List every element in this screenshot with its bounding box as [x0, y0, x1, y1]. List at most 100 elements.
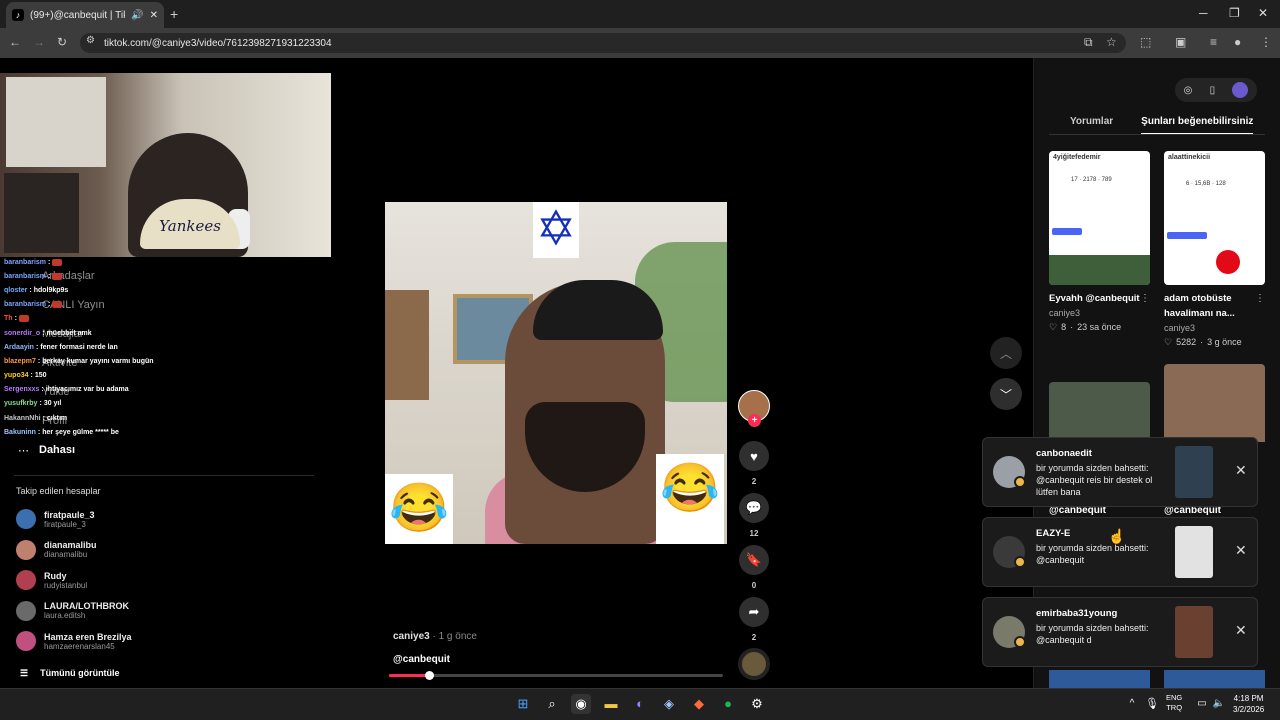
mention-notification[interactable]: emirbaba31young bir yorumda sizden bahse… — [982, 597, 1258, 667]
like-count: 2 — [751, 477, 757, 486]
account-avatar — [16, 570, 36, 590]
tray-chevron-up-icon[interactable]: ^ — [1122, 694, 1142, 714]
following-account[interactable]: Hamza eren Brezilya hamzaerenarslan45 — [16, 631, 132, 651]
video-progress-bar[interactable] — [389, 671, 723, 680]
following-account[interactable]: LAURA/LOTHBROK laura.editsh — [16, 600, 129, 621]
comment-button[interactable]: 💬 12 — [739, 493, 769, 538]
address-bar[interactable]: tiktok.com/@caniye3/video/76123982719312… — [80, 33, 1126, 53]
tab-close-icon[interactable]: ✕ — [150, 10, 158, 21]
file-explorer-icon[interactable]: ▬ — [601, 694, 621, 714]
tab-you-may-like[interactable]: Şunları beğenebilirsiniz — [1141, 116, 1254, 135]
reading-list-icon[interactable]: ≡ — [1210, 35, 1217, 49]
chat-emote-icon — [52, 301, 63, 309]
lang-code: ENG — [1166, 693, 1183, 702]
close-icon[interactable]: ✕ — [1235, 622, 1247, 639]
next-video-button[interactable]: ﹀ — [990, 378, 1022, 410]
chrome-icon[interactable]: ◉ — [571, 694, 591, 714]
chat-colon: : — [37, 357, 41, 365]
close-icon[interactable]: ✕ — [1235, 462, 1247, 479]
video-caption[interactable]: @canbequit — [393, 654, 450, 665]
compass-icon[interactable]: ◎ — [1184, 85, 1193, 96]
bookmark-star-icon[interactable]: ☆ — [1106, 35, 1117, 49]
game-app-icon[interactable]: ◆ — [689, 694, 709, 714]
laughing-emoji-icon: 😂 — [656, 454, 724, 544]
search-icon[interactable]: ⌕ — [542, 694, 562, 714]
previous-video-button[interactable]: ︿ — [990, 337, 1022, 369]
user-avatar[interactable] — [1232, 82, 1249, 98]
reload-icon[interactable]: ↻ — [57, 35, 67, 49]
site-info-icon[interactable]: ⚙ — [86, 35, 95, 46]
author-name: caniye3 — [393, 631, 430, 642]
see-all-label: Tümünü görüntüle — [40, 668, 120, 678]
following-header: Takip edilen hesaplar — [16, 486, 101, 496]
tab-audio-icon[interactable]: 🔊 — [131, 10, 143, 21]
nav-more[interactable]: ⋯ Dahası — [18, 444, 75, 457]
card-thumbnail[interactable] — [1049, 670, 1150, 688]
following-account[interactable]: dianamalibu dianamalibu — [16, 539, 97, 560]
video-author[interactable]: caniye3 · 1 g önce — [393, 631, 477, 642]
new-tab-button[interactable]: + — [170, 6, 178, 22]
wall-poster — [6, 77, 106, 167]
card-thumbnail[interactable] — [1164, 364, 1265, 442]
windows-start-icon[interactable]: ⊞ — [513, 694, 533, 714]
music-disc[interactable] — [738, 648, 770, 680]
minimize-button[interactable]: ─ — [1199, 6, 1208, 20]
card-author: caniye3 — [1164, 323, 1196, 333]
card-thumbnail[interactable] — [1049, 382, 1150, 442]
chevron-up-icon: ︿ — [999, 346, 1012, 361]
account-name: dianamalibu — [44, 540, 97, 550]
comment-icon: 💬 — [739, 493, 769, 523]
forward-icon[interactable]: → — [33, 35, 45, 49]
browser-tab-strip — [0, 0, 1280, 28]
close-window-button[interactable]: ✕ — [1258, 6, 1268, 20]
back-icon[interactable]: ← — [9, 35, 21, 49]
card-menu-icon[interactable]: ⋮ — [1255, 293, 1265, 304]
account-avatar — [16, 600, 36, 621]
language-indicator[interactable]: ENG TRQ — [1166, 693, 1182, 713]
discord-icon[interactable]: ◐ — [630, 694, 650, 714]
see-all-link[interactable]: ☰ Tümünü görüntüle — [20, 668, 120, 679]
share-button[interactable]: ➦ 2 — [739, 597, 769, 642]
spotify-icon[interactable]: ● — [718, 694, 738, 714]
volume-icon[interactable]: 🔈 — [1209, 694, 1229, 714]
account-name: firatpaule_3 — [44, 509, 95, 520]
card-likes: 5282 — [1176, 337, 1197, 347]
chat-username: blazepm7 — [4, 357, 36, 365]
recommended-card[interactable]: 4yiğitefedemir 17 · 2178 · 789 Eyvahh @c… — [1049, 151, 1150, 333]
mention-notification[interactable]: canbonaedit bir yorumda sizden bahsetti:… — [982, 437, 1258, 507]
profile-avatar-icon[interactable]: ● — [1234, 35, 1241, 49]
steam-icon[interactable]: ◈ — [659, 694, 679, 714]
card-menu-icon[interactable]: ⋮ — [1140, 293, 1150, 304]
follow-plus-button[interactable]: + — [748, 414, 761, 427]
extensions-icon[interactable]: ⬚ — [1140, 35, 1151, 49]
like-button[interactable]: ♥ 2 — [739, 441, 769, 486]
card-time: 23 sa önce — [1077, 322, 1122, 332]
menu-kebab-icon[interactable]: ⋮ — [1260, 35, 1272, 49]
following-account[interactable]: Rudy rudyistanbul — [16, 570, 87, 590]
system-clock[interactable]: 4:18 PM 3/2/2026 — [1233, 693, 1264, 715]
account-text: firatpaule_3 firatpaule_3 — [44, 510, 95, 529]
card-stats: ♡ 8 · 23 sa önce — [1049, 322, 1150, 333]
progress-knob[interactable] — [425, 671, 435, 680]
notification-message: bir yorumda sizden bahsetti: @canbequit … — [1036, 463, 1153, 497]
card-thumbnail[interactable] — [1164, 670, 1265, 688]
tab-comments[interactable]: Yorumlar — [1070, 116, 1113, 135]
account-handle: dianamalibu — [44, 550, 88, 559]
video-player[interactable]: ✡ 😂 😂 — [385, 202, 727, 544]
post-time: · 1 g önce — [432, 631, 477, 642]
chat-username: qloster — [4, 286, 28, 294]
browser-tab[interactable]: ♪ (99+)@canbequit | TikTok 🔊 ✕ — [6, 2, 164, 28]
split-view-icon[interactable]: ▣ — [1175, 35, 1186, 49]
card-stats: ♡ 5282 · 3 g önce — [1164, 337, 1265, 348]
settings-gear-icon[interactable]: ⚙ — [747, 694, 767, 714]
recommended-card[interactable]: alaattinekicii 6 · 15,6B · 128 adam otob… — [1164, 151, 1265, 348]
microphone-icon[interactable]: 🎙 — [1142, 694, 1162, 714]
maximize-button[interactable]: ❐ — [1229, 6, 1240, 20]
save-button[interactable]: 🔖 0 — [739, 545, 769, 590]
install-app-icon[interactable]: ⧉ — [1084, 35, 1093, 50]
following-account[interactable]: firatpaule_3 firatpaule_3 — [16, 509, 95, 529]
clock-date: 3/2/2026 — [1233, 705, 1265, 714]
close-icon[interactable]: ✕ — [1235, 542, 1247, 559]
card-author: caniye3 — [1049, 308, 1081, 318]
phone-icon[interactable]: ▯ — [1210, 85, 1216, 96]
